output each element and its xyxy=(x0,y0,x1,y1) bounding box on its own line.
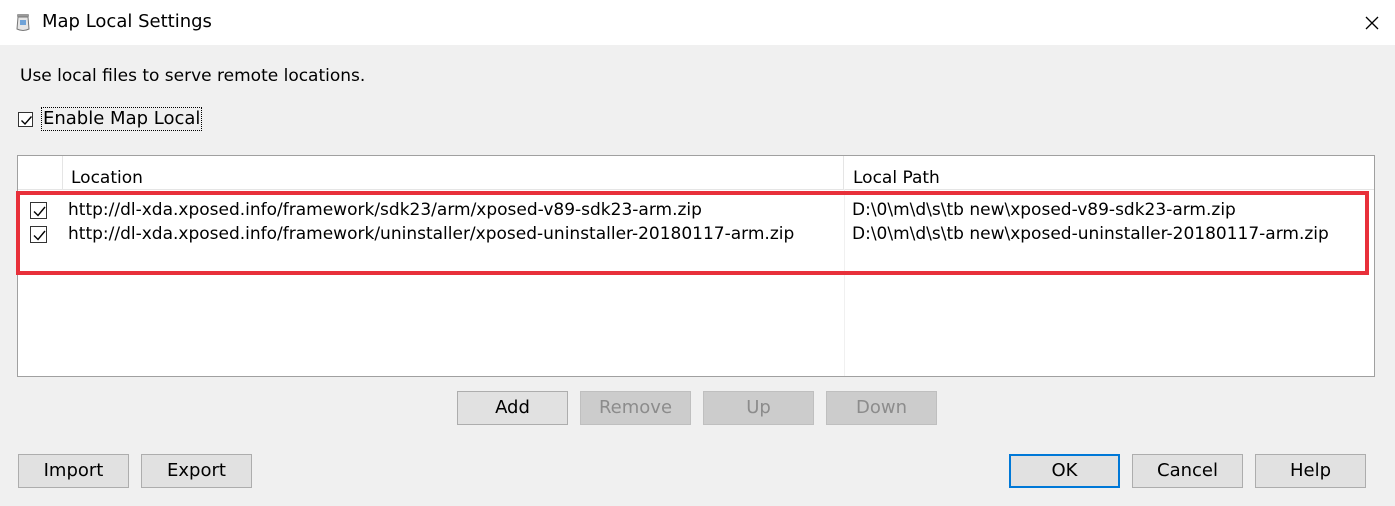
checkmark-icon xyxy=(21,115,33,125)
enable-map-local-checkbox[interactable] xyxy=(18,111,33,127)
enable-map-local-label[interactable]: Enable Map Local xyxy=(41,107,203,131)
row-local-path: D:\0\m\d\s\tb new\xposed-v89-sdk23-arm.z… xyxy=(852,200,1236,220)
charles-jar-icon xyxy=(14,12,32,32)
row-enabled-checkbox[interactable] xyxy=(30,201,47,219)
close-icon[interactable] xyxy=(1365,16,1379,30)
row-location: http://dl-xda.xposed.info/framework/unin… xyxy=(68,224,795,244)
column-header-enabled[interactable] xyxy=(18,156,63,189)
ok-button[interactable]: OK xyxy=(1009,454,1120,488)
table-row[interactable]: http://dl-xda.xposed.info/framework/unin… xyxy=(18,222,1374,246)
column-header-location[interactable]: Location xyxy=(63,156,844,189)
checkmark-icon xyxy=(33,230,46,241)
column-header-local-path[interactable]: Local Path xyxy=(844,156,1374,189)
table-row[interactable]: http://dl-xda.xposed.info/framework/sdk2… xyxy=(18,198,1374,222)
mappings-table: Location Local Path http://dl-xda.xposed… xyxy=(17,155,1375,377)
up-button[interactable]: Up xyxy=(703,391,814,425)
help-button[interactable]: Help xyxy=(1255,454,1366,488)
add-button[interactable]: Add xyxy=(457,391,568,425)
remove-button[interactable]: Remove xyxy=(580,391,691,425)
table-header: Location Local Path xyxy=(18,156,1374,190)
export-button[interactable]: Export xyxy=(141,454,252,488)
description-text: Use local files to serve remote location… xyxy=(20,66,366,86)
close-button[interactable] xyxy=(1349,0,1395,45)
import-button[interactable]: Import xyxy=(18,454,129,488)
window-title: Map Local Settings xyxy=(42,11,212,32)
checkmark-icon xyxy=(33,206,46,217)
row-location: http://dl-xda.xposed.info/framework/sdk2… xyxy=(68,200,702,220)
down-button[interactable]: Down xyxy=(826,391,937,425)
row-local-path: D:\0\m\d\s\tb new\xposed-uninstaller-201… xyxy=(852,224,1329,244)
title-bar: Map Local Settings xyxy=(0,0,1395,45)
enable-map-local-row[interactable]: Enable Map Local xyxy=(18,107,203,131)
cancel-button[interactable]: Cancel xyxy=(1132,454,1243,488)
row-enabled-checkbox[interactable] xyxy=(30,225,47,243)
dialog-content: Use local files to serve remote location… xyxy=(0,45,1395,506)
